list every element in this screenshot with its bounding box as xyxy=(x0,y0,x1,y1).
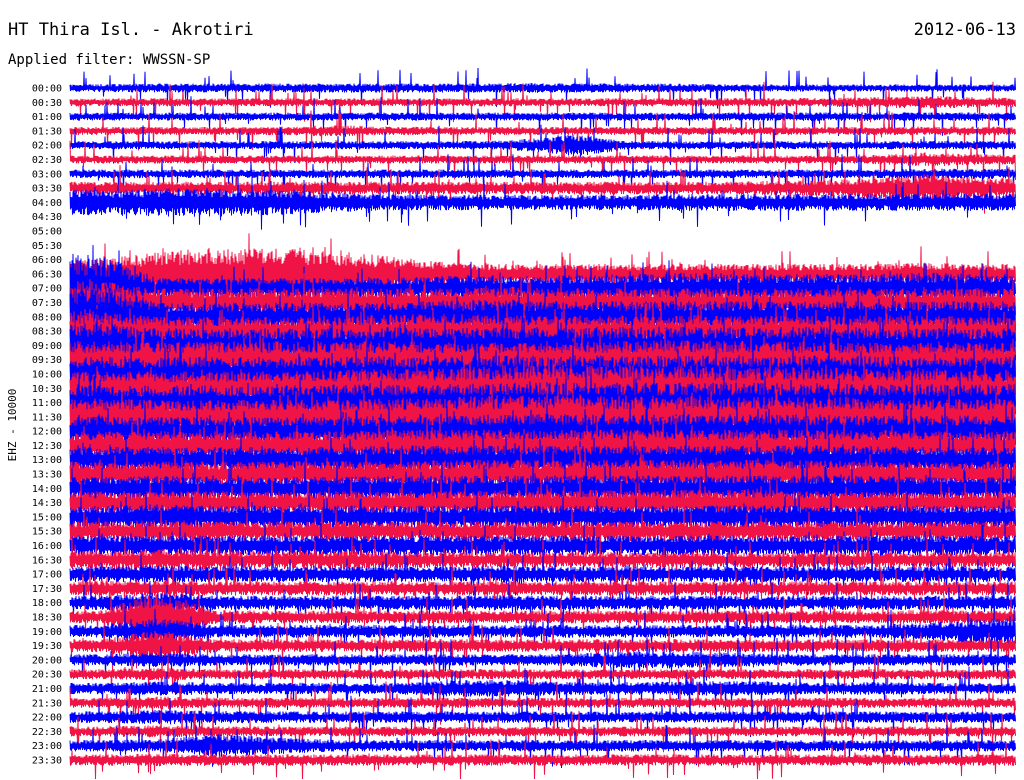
row-label-08-00: 08:00 xyxy=(32,312,62,323)
row-label-02-00: 02:00 xyxy=(32,141,62,152)
row-labels-group: 00:00 00:30 01:00 01:30 02:00 02:30 03:00 03:30… xyxy=(32,84,62,767)
row-label-12-00: 12:00 xyxy=(32,427,62,438)
row-label-11-00: 11:00 xyxy=(32,398,62,409)
row-label-10-30: 10:30 xyxy=(32,384,62,395)
traces-group xyxy=(69,67,1016,780)
row-label-21-00: 21:00 xyxy=(32,684,62,695)
helicorder-page: { "chart_data": { "type": "line", "title… xyxy=(0,0,1024,780)
row-label-17-00: 17:00 xyxy=(32,570,62,581)
helicorder-plot: 00:00 00:30 01:00 01:30 02:00 02:30 03:00 03:30… xyxy=(6,67,1016,780)
row-label-07-00: 07:00 xyxy=(32,284,62,295)
row-label-03-30: 03:30 xyxy=(32,184,62,195)
row-label-14-30: 14:30 xyxy=(32,498,62,509)
row-label-23-30: 23:30 xyxy=(32,756,62,767)
row-label-13-00: 13:00 xyxy=(32,455,62,466)
row-label-03-00: 03:00 xyxy=(32,169,62,180)
row-label-01-00: 01:00 xyxy=(32,112,62,123)
row-label-04-30: 04:30 xyxy=(32,212,62,223)
row-label-00-00: 00:00 xyxy=(32,84,62,95)
row-label-05-00: 05:00 xyxy=(32,227,62,238)
row-label-17-30: 17:30 xyxy=(32,584,62,595)
row-label-10-00: 10:00 xyxy=(32,370,62,381)
row-label-14-00: 14:00 xyxy=(32,484,62,495)
row-label-06-30: 06:30 xyxy=(32,269,62,280)
row-label-15-00: 15:00 xyxy=(32,512,62,523)
row-label-08-30: 08:30 xyxy=(32,327,62,338)
row-label-20-30: 20:30 xyxy=(32,670,62,681)
row-label-16-00: 16:00 xyxy=(32,541,62,552)
row-label-04-00: 04:00 xyxy=(32,198,62,209)
row-label-09-00: 09:00 xyxy=(32,341,62,352)
row-label-22-00: 22:00 xyxy=(32,713,62,724)
row-label-21-30: 21:30 xyxy=(32,698,62,709)
row-label-15-30: 15:30 xyxy=(32,527,62,538)
date-label: 2012-06-13 xyxy=(913,20,1016,40)
row-label-09-30: 09:30 xyxy=(32,355,62,366)
row-label-23-00: 23:00 xyxy=(32,741,62,752)
y-axis-label: EHZ - 10000 xyxy=(6,389,19,462)
row-label-05-30: 05:30 xyxy=(32,241,62,252)
row-label-22-30: 22:30 xyxy=(32,727,62,738)
row-label-20-00: 20:00 xyxy=(32,655,62,666)
row-label-06-00: 06:00 xyxy=(32,255,62,266)
row-label-07-30: 07:30 xyxy=(32,298,62,309)
row-label-11-30: 11:30 xyxy=(32,412,62,423)
row-label-01-30: 01:30 xyxy=(32,126,62,137)
row-label-02-30: 02:30 xyxy=(32,155,62,166)
row-label-00-30: 00:30 xyxy=(32,98,62,109)
filter-label: Applied filter: WWSSN-SP xyxy=(8,52,211,68)
row-label-18-30: 18:30 xyxy=(32,613,62,624)
row-label-18-00: 18:00 xyxy=(32,598,62,609)
row-label-13-30: 13:30 xyxy=(32,470,62,481)
row-label-19-00: 19:00 xyxy=(32,627,62,638)
row-label-12-30: 12:30 xyxy=(32,441,62,452)
row-label-16-30: 16:30 xyxy=(32,555,62,566)
row-label-19-30: 19:30 xyxy=(32,641,62,652)
station-title: HT Thira Isl. - Akrotiri xyxy=(8,20,254,40)
